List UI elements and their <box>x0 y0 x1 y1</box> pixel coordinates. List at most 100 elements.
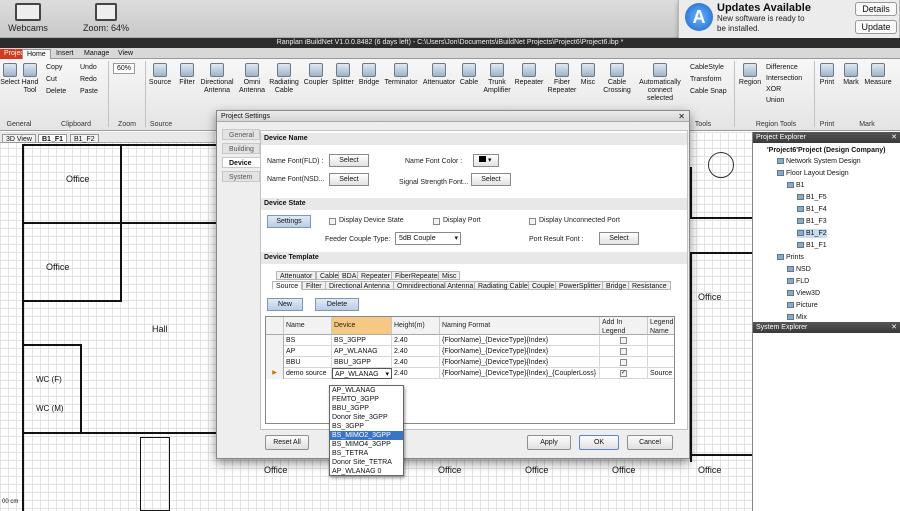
cell-height[interactable]: 2.40 <box>392 368 440 379</box>
cell-naming-format[interactable]: {FloorName}_{DeviceType}{Index} <box>440 357 600 368</box>
tree-item[interactable]: Floor Layout Design <box>777 169 849 178</box>
signal-strength-font-select-button[interactable]: Select <box>471 173 511 186</box>
cell-name[interactable]: BBU <box>284 357 332 368</box>
display-device-state-checkbox[interactable] <box>329 218 336 225</box>
dropdown-option[interactable]: BS_3GPP <box>330 422 403 431</box>
delete-template-button[interactable]: Delete <box>315 298 359 311</box>
cell-legend-name[interactable] <box>648 335 674 346</box>
ok-button[interactable]: OK <box>579 435 619 450</box>
cell-name[interactable]: BS <box>284 335 332 346</box>
omni-antenna-button[interactable]: Omni Antenna <box>238 63 266 95</box>
legend-checkbox[interactable] <box>620 337 627 344</box>
filter-button[interactable]: Filter <box>176 63 198 87</box>
directional-antenna-button[interactable]: Directional Antenna <box>198 63 236 95</box>
source-button[interactable]: Source <box>148 63 172 87</box>
tab-device[interactable]: Device <box>222 157 262 168</box>
name-font-nsd-select-button[interactable]: Select <box>329 173 369 186</box>
display-port-checkbox[interactable] <box>433 218 440 225</box>
tree-item[interactable]: B1_F5 <box>797 193 827 202</box>
template-tab-directional-antenna[interactable]: Directional Antenna <box>325 281 394 290</box>
undo-button[interactable]: Undo <box>80 63 97 72</box>
dropdown-option[interactable]: BBU_3GPP <box>330 404 403 413</box>
template-tab-repeater[interactable]: Repeater <box>357 271 394 280</box>
redo-button[interactable]: Redo <box>80 75 97 84</box>
tree-item[interactable]: B1_F4 <box>797 205 827 214</box>
tab-view[interactable]: View <box>114 49 137 59</box>
tree-item[interactable]: B1_F1 <box>797 241 827 250</box>
dropdown-option[interactable]: BS_MIMO4_3GPP <box>330 440 403 449</box>
tree-item[interactable]: Picture <box>787 301 818 310</box>
tab-system[interactable]: System <box>222 171 260 182</box>
tab-building[interactable]: Building <box>222 143 260 154</box>
template-tab-attenuator[interactable]: Attenuator <box>276 271 317 280</box>
hand-tool-button[interactable]: Hand Tool <box>20 63 40 95</box>
row-header[interactable] <box>266 357 284 368</box>
tab-b1-f1[interactable]: B1_F1 <box>38 134 68 143</box>
cell-add-in-legend[interactable] <box>600 357 648 368</box>
repeater-button[interactable]: Repeater <box>513 63 545 87</box>
mark-button[interactable]: Mark <box>840 63 862 87</box>
region-button[interactable]: Region <box>737 63 763 87</box>
cancel-button[interactable]: Cancel <box>627 435 673 450</box>
column-header-name[interactable]: Name <box>284 317 332 335</box>
tree-item[interactable]: View3D <box>787 289 820 298</box>
bridge-button[interactable]: Bridge <box>356 63 382 87</box>
display-unconnected-port-checkbox[interactable] <box>529 218 536 225</box>
dropdown-option[interactable]: Donor Site_TETRA <box>330 458 403 467</box>
attenuator-button[interactable]: Attenuator <box>420 63 458 87</box>
cell-add-in-legend[interactable]: ✓ <box>600 368 648 379</box>
legend-checkbox[interactable] <box>620 348 627 355</box>
cell-legend-name[interactable]: Source <box>648 368 674 379</box>
tree-root[interactable]: 'Project6'Project (Design Company) <box>767 146 885 155</box>
table-row[interactable]: ▶ demo source AP_WLANAG ▾ 2.40 {FloorName… <box>266 368 674 379</box>
cell-naming-format[interactable]: {FloorName}_{DeviceType}{Index} <box>440 346 600 357</box>
zoom-select[interactable]: 60% <box>113 63 136 74</box>
tree-item[interactable]: Prints <box>777 253 804 262</box>
trunk-amplifier-button[interactable]: Trunk Amplifier <box>481 63 513 95</box>
cell-add-in-legend[interactable] <box>600 346 648 357</box>
name-font-fld-select-button[interactable]: Select <box>329 154 369 167</box>
cable-button[interactable]: Cable <box>458 63 480 87</box>
splitter-button[interactable]: Splitter <box>330 63 356 87</box>
cell-name[interactable]: AP <box>284 346 332 357</box>
device-combo[interactable]: AP_WLANAG ▾ <box>332 368 392 379</box>
tab-3d-view[interactable]: 3D View <box>2 134 36 143</box>
cell-name[interactable]: demo source <box>284 368 332 379</box>
cell-device[interactable]: BS_3GPP <box>332 335 392 346</box>
tab-insert[interactable]: Insert <box>52 49 78 59</box>
new-template-button[interactable]: New <box>267 298 303 311</box>
zoom-button[interactable]: Zoom: 64% <box>82 3 130 33</box>
cable-snap-button[interactable]: Cable Snap <box>690 87 727 96</box>
tree-item[interactable]: B1_F2 <box>797 229 827 238</box>
misc-button[interactable]: Misc <box>578 63 598 87</box>
row-header[interactable] <box>266 335 284 346</box>
apply-button[interactable]: Apply <box>527 435 571 450</box>
template-tab-resistance[interactable]: Resistance <box>628 281 671 290</box>
cell-device[interactable]: AP_WLANAG <box>332 346 392 357</box>
update-button[interactable]: Update <box>855 20 897 34</box>
cable-crossing-button[interactable]: Cable Crossing <box>600 63 634 95</box>
select-button[interactable]: Select <box>0 63 20 87</box>
table-row[interactable]: BS BS_3GPP 2.40 {FloorName}_{DeviceType}… <box>266 335 674 346</box>
column-header-height[interactable]: Height(m) <box>392 317 440 335</box>
intersection-button[interactable]: Intersection <box>766 74 802 83</box>
template-tab-fiber-repeater[interactable]: FiberRepeater <box>391 271 444 280</box>
transform-button[interactable]: Transform <box>690 75 722 84</box>
tree-item[interactable]: FLD <box>787 277 809 286</box>
coupler-button[interactable]: Coupler <box>302 63 330 87</box>
template-tab-bridge[interactable]: Bridge <box>602 281 631 290</box>
port-result-font-select-button[interactable]: Select <box>599 232 639 245</box>
dropdown-option[interactable]: Donor Site_3GPP <box>330 413 403 422</box>
cell-height[interactable]: 2.40 <box>392 357 440 368</box>
cell-naming-format[interactable]: {FloorName}_{DeviceType}{Index}_{Coupler… <box>440 368 600 379</box>
column-header-add-in-legend[interactable]: Add In Legend <box>600 317 648 335</box>
reset-all-button[interactable]: Reset All <box>265 435 309 450</box>
cell-naming-format[interactable]: {FloorName}_{DeviceType}{Index} <box>440 335 600 346</box>
template-tab-power-splitter[interactable]: PowerSplitter <box>555 281 605 290</box>
template-tab-source[interactable]: Source <box>272 281 303 290</box>
cut-button[interactable]: Cut <box>46 75 57 84</box>
legend-checkbox-checked[interactable]: ✓ <box>620 370 627 377</box>
chevron-down-icon[interactable]: ▾ <box>385 369 389 380</box>
settings-button[interactable]: Settings <box>267 215 311 228</box>
dropdown-option[interactable]: FEMTO_3GPP <box>330 395 403 404</box>
